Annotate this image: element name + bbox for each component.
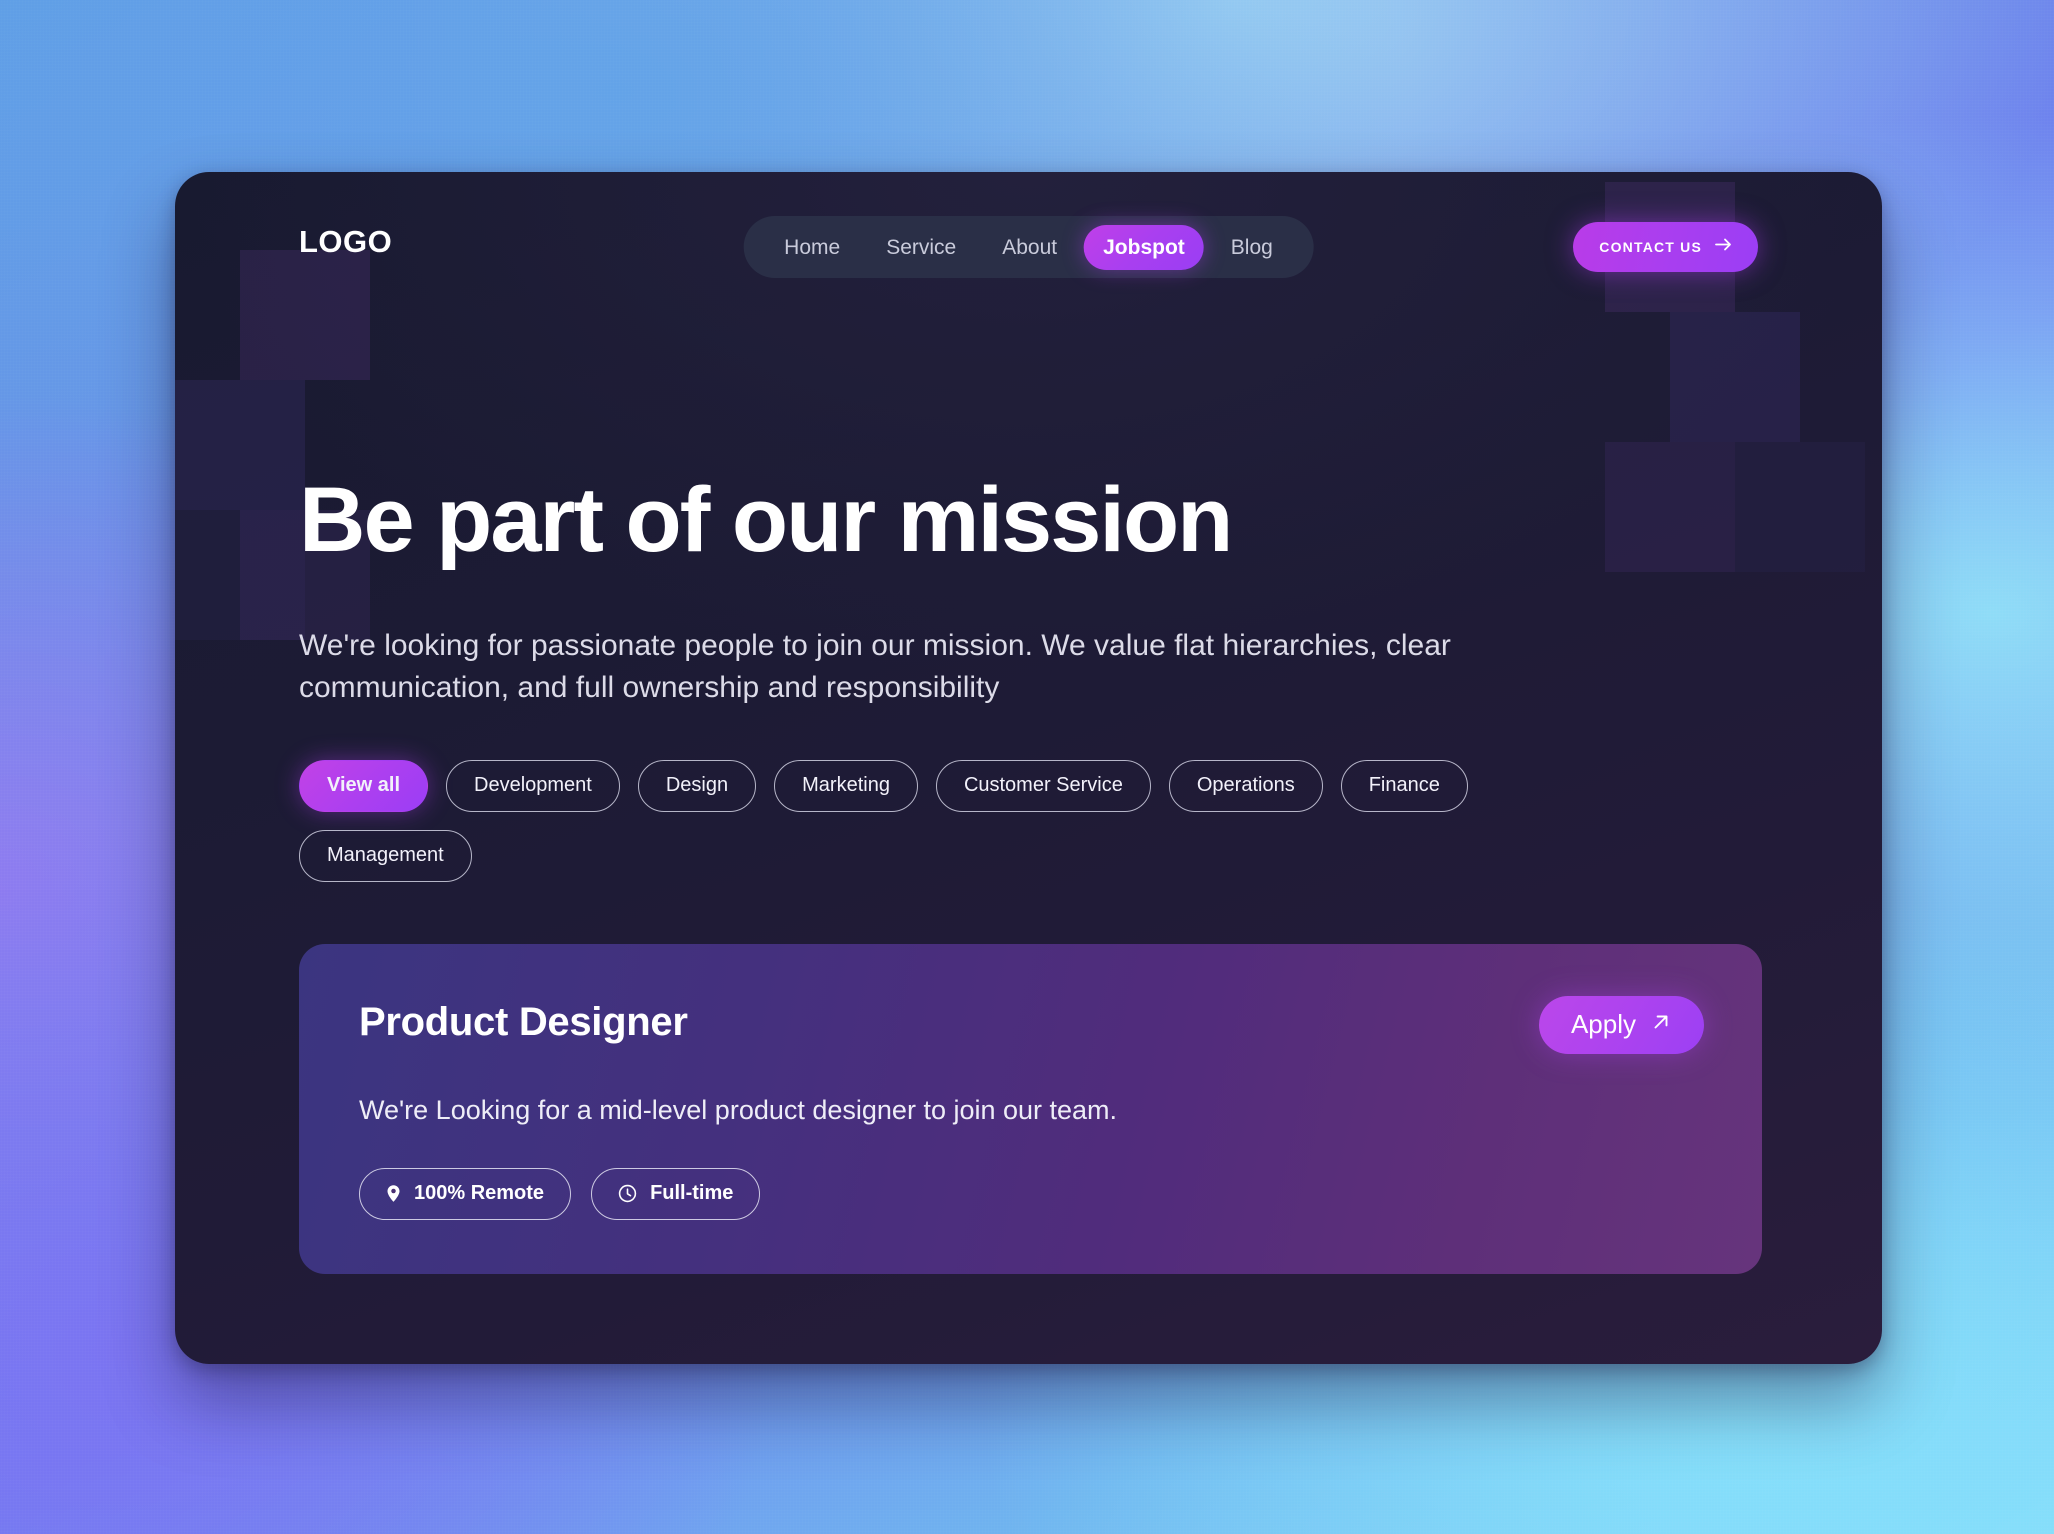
nav-item-blog[interactable]: Blog [1212,225,1292,270]
logo[interactable]: LOGO [299,224,392,260]
nav-item-home[interactable]: Home [765,225,859,270]
job-description: We're Looking for a mid-level product de… [359,1094,1118,1125]
job-category-filters: View all Development Design Marketing Cu… [299,759,1619,882]
filter-chip-customer-service[interactable]: Customer Service [935,759,1151,812]
filter-chip-development[interactable]: Development [446,759,620,812]
filter-chip-marketing[interactable]: Marketing [774,759,918,812]
job-meta-tags: 100% Remote Full-time [359,1167,1702,1220]
contact-us-button[interactable]: CONTACT US [1573,222,1758,272]
filter-chip-design[interactable]: Design [637,759,757,812]
location-pin-icon [386,1184,401,1203]
filter-chip-finance[interactable]: Finance [1340,759,1468,812]
decor-square [1670,312,1800,442]
arrow-right-icon [1715,238,1732,256]
job-title: Product Designer [359,999,688,1044]
apply-button[interactable]: Apply [1538,995,1704,1054]
filter-chip-management[interactable]: Management [299,829,472,882]
main-navigation: Home Service About Jobspot Blog [743,216,1314,278]
job-tag-fulltime: Full-time [591,1167,761,1220]
nav-item-service[interactable]: Service [867,225,975,270]
hero-section: Be part of our mission We're looking for… [299,472,1762,1274]
clock-icon [618,1184,637,1203]
job-tag-remote: 100% Remote [359,1167,572,1220]
nav-item-about[interactable]: About [983,225,1076,270]
job-card: Product Designer Apply We're Looking for… [299,943,1762,1274]
decor-square [175,380,305,510]
website-preview-card: LOGO Home Service About Jobspot Blog CON… [175,172,1882,1364]
apply-label: Apply [1570,1009,1636,1040]
nav-item-jobspot[interactable]: Jobspot [1084,224,1204,270]
job-listings: Product Designer Apply We're Looking for… [299,943,1762,1274]
job-tag-fulltime-label: Full-time [650,1182,734,1205]
decor-square [175,510,305,640]
filter-chip-view-all[interactable]: View all [299,759,429,812]
page-title: Be part of our mission [299,469,1233,571]
job-tag-remote-label: 100% Remote [414,1182,545,1205]
site-header: LOGO Home Service About Jobspot Blog CON… [175,172,1882,322]
arrow-up-right-icon [1650,1011,1672,1038]
contact-us-label: CONTACT US [1599,239,1702,255]
filter-chip-operations[interactable]: Operations [1168,759,1323,812]
hero-subtitle: We're looking for passionate people to j… [299,628,1451,705]
